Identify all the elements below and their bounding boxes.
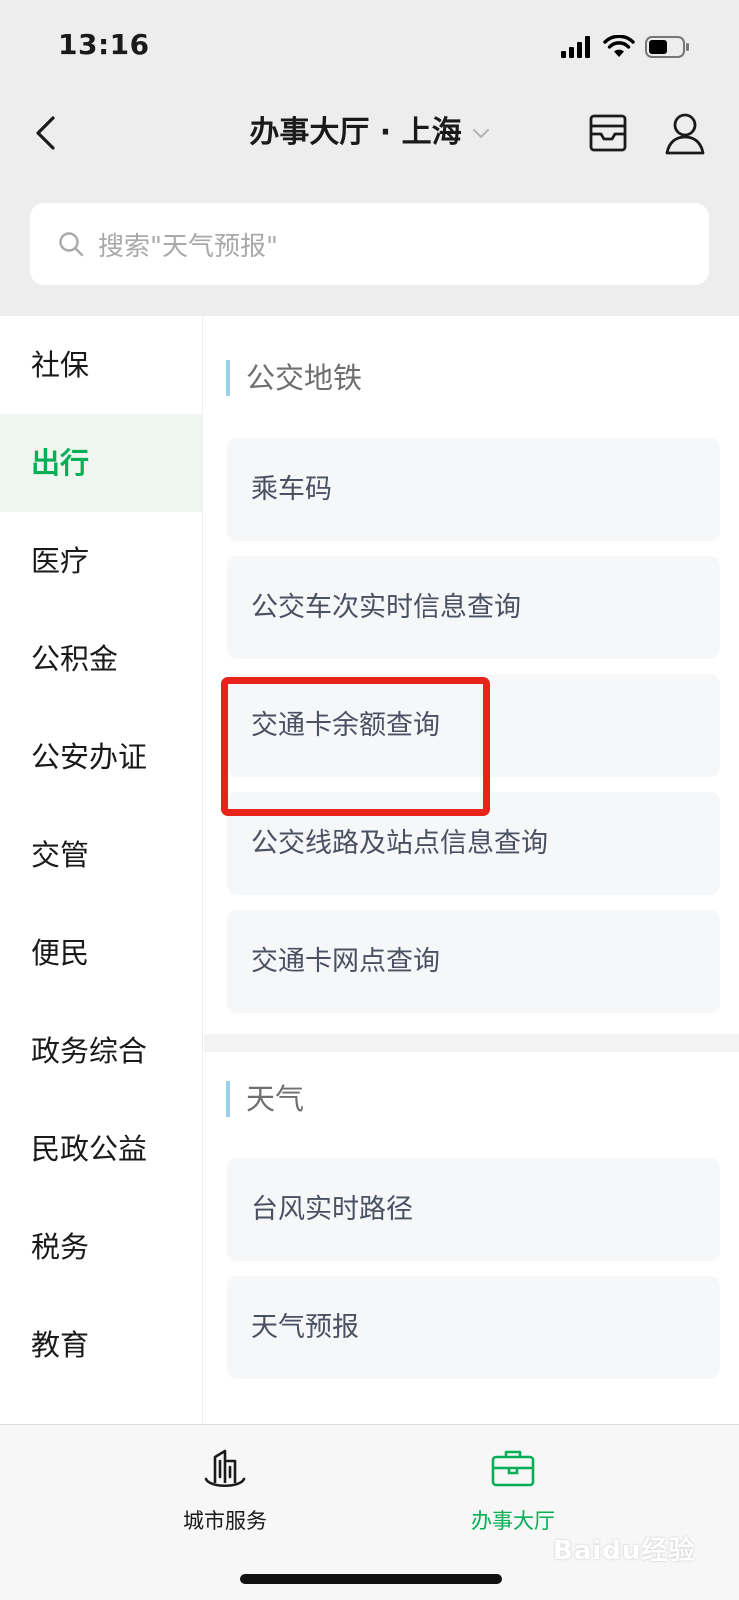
sidebar-item-civil-welfare[interactable]: 民政公益 (0, 1100, 202, 1198)
inbox-button[interactable] (585, 110, 631, 156)
tab-label: 城市服务 (183, 1509, 267, 1533)
search-placeholder: 搜索"天气预报" (98, 231, 278, 262)
home-indicator (240, 1574, 502, 1584)
status-bar: 13:16 (0, 0, 739, 90)
status-icons (561, 32, 691, 62)
service-item[interactable]: 天气预报 (227, 1276, 720, 1379)
service-item[interactable]: 台风实时路径 (227, 1158, 720, 1261)
watermark-baidu: Baidu经验 (553, 1536, 696, 1566)
briefcase-icon (491, 1450, 535, 1487)
inbox-icon (589, 114, 627, 152)
search-icon (59, 232, 84, 257)
tab-city-services[interactable]: 城市服务 (145, 1443, 305, 1535)
signal-icon (561, 36, 590, 58)
sidebar-item-medical[interactable]: 医疗 (0, 512, 202, 610)
sidebar-item-social-security[interactable]: 社保 (0, 316, 202, 414)
sidebar-item-traffic-control[interactable]: 交管 (0, 806, 202, 904)
search-input[interactable]: 搜索"天气预报" (30, 203, 709, 285)
tab-service-hall[interactable]: 办事大厅 (433, 1443, 593, 1535)
wifi-icon (603, 35, 635, 57)
section-title-weather: 天气 (226, 1081, 304, 1117)
sidebar-item-education[interactable]: 教育 (0, 1296, 202, 1394)
battery-icon (645, 36, 689, 58)
service-item[interactable]: 乘车码 (227, 438, 720, 541)
page-title: 办事大厅 · 上海 (249, 115, 462, 150)
service-list: 公交地铁 乘车码 公交车次实时信息查询 交通卡余额查询 公交线路及站点信息查询 … (204, 316, 739, 1424)
sidebar-item-travel[interactable]: 出行 (0, 414, 202, 512)
chevron-down-icon (472, 128, 489, 138)
nav-bar: 办事大厅 · 上海 (0, 90, 739, 180)
service-item[interactable]: 交通卡网点查询 (227, 910, 720, 1013)
sidebar-item-housing-fund[interactable]: 公积金 (0, 610, 202, 708)
category-sidebar: 社保 出行 医疗 公积金 公安办证 交管 便民 政务综合 民政公益 税务 教育 (0, 316, 203, 1424)
profile-button[interactable] (660, 108, 710, 158)
user-icon (665, 113, 705, 155)
city-building-icon (204, 1449, 246, 1488)
highlight-annotation-box (221, 677, 490, 816)
sidebar-item-convenience[interactable]: 便民 (0, 904, 202, 1002)
sidebar-item-tax[interactable]: 税务 (0, 1198, 202, 1296)
sidebar-item-police-certificates[interactable]: 公安办证 (0, 708, 202, 806)
sidebar-item-government-affairs[interactable]: 政务综合 (0, 1002, 202, 1100)
service-item[interactable]: 公交车次实时信息查询 (227, 556, 720, 659)
content-area: 社保 出行 医疗 公积金 公安办证 交管 便民 政务综合 民政公益 税务 教育 … (0, 316, 739, 1424)
status-time: 13:16 (58, 28, 150, 61)
section-divider (204, 1034, 739, 1052)
section-title-transit: 公交地铁 (226, 360, 362, 396)
